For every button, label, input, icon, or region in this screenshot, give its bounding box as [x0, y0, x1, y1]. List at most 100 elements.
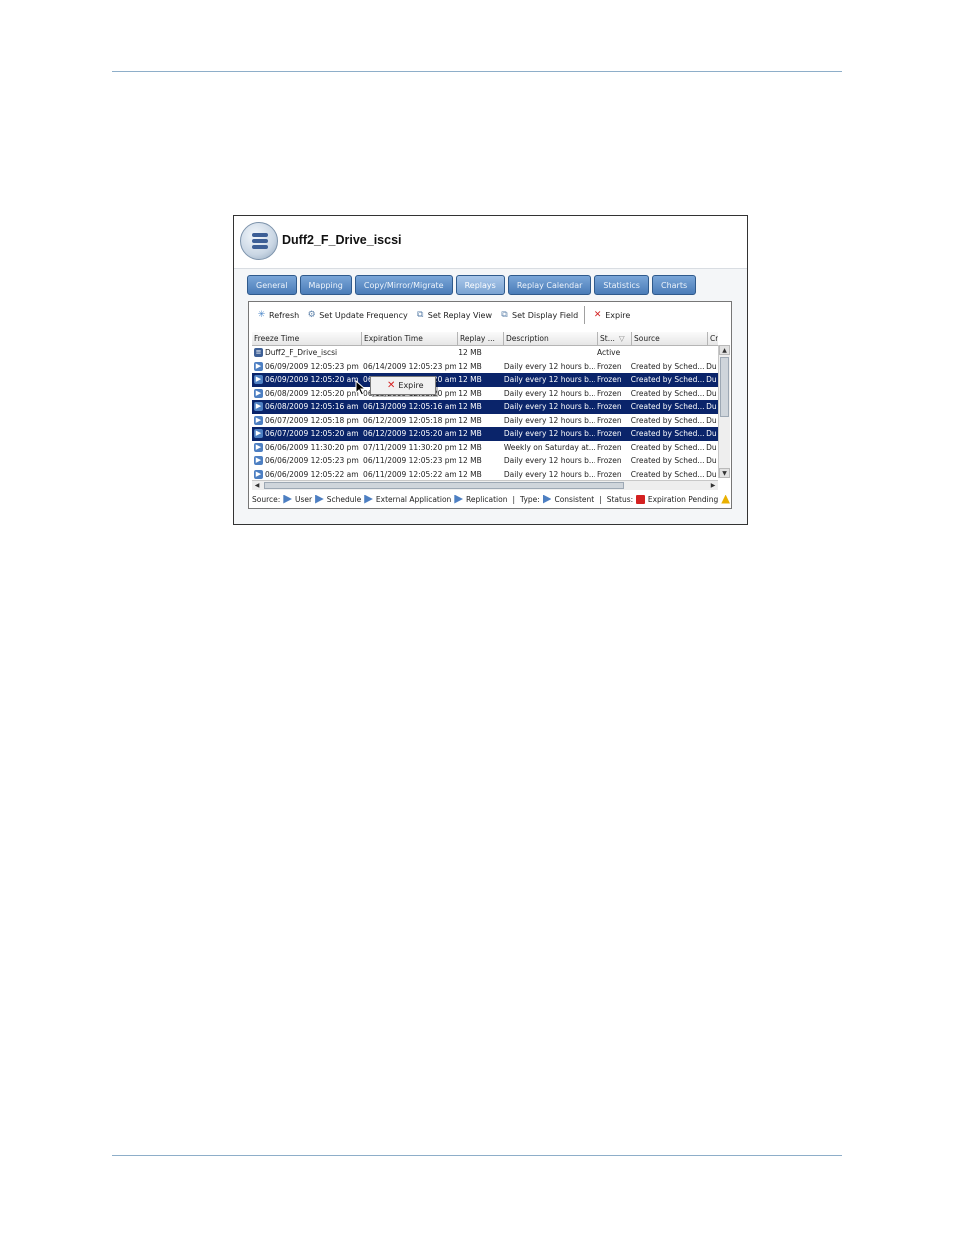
cell-replay-size-text: 12 MB — [458, 375, 482, 384]
column-header-expiration-time[interactable]: Expiration Time — [362, 332, 458, 345]
schedule-replay-icon: ▶ — [254, 388, 263, 398]
column-header-status[interactable]: St... ▽ — [598, 332, 632, 345]
table-row[interactable]: ▶ 06/06/2009 12:05:22 am 06/11/2009 12:05:… — [252, 468, 718, 481]
warning-icon — [721, 494, 730, 504]
set-display-field-label: Set Display Field — [512, 310, 579, 320]
cell-replay-size: 12 MB — [456, 387, 502, 401]
cell-status: Frozen — [595, 454, 629, 468]
user-source-icon — [283, 494, 292, 504]
cell-expiration-time-text: 06/12/2009 12:05:18 pm — [363, 415, 457, 425]
cell-status-text: Active — [597, 348, 621, 357]
column-header-source[interactable]: Source — [632, 332, 708, 345]
cell-cr: Du — [704, 468, 718, 481]
legend-external-application: External Application — [375, 494, 452, 504]
cell-expiration-time-text: 06/12/2009 12:05:20 am — [363, 429, 457, 438]
table-row[interactable]: ▶ 06/07/2009 12:05:18 pm 06/12/2009 12:05:… — [252, 414, 718, 428]
cell-freeze-time: ▶ 06/06/2009 12:05:23 pm — [252, 454, 361, 468]
tab-replays[interactable]: Replays — [455, 275, 505, 295]
cell-status-text: Frozen — [597, 402, 622, 411]
scroll-up-icon[interactable]: ▲ — [719, 345, 730, 355]
cell-freeze-time: ▶ 06/09/2009 12:05:20 am — [252, 373, 361, 387]
cell-cr-text: Du — [706, 456, 717, 465]
legend: Source: User Schedule External Applicati… — [252, 493, 730, 505]
table-row[interactable]: ▶ 06/07/2009 12:05:20 am 06/12/2009 12:05:… — [252, 427, 718, 441]
cell-freeze-time-text: 06/06/2009 11:30:20 pm — [265, 442, 359, 452]
cell-source-text: Created by Sched... — [630, 375, 705, 384]
cell-freeze-time-text: 06/07/2009 12:05:18 pm — [265, 415, 359, 425]
table-row[interactable]: ▶ 06/09/2009 12:05:23 pm 06/14/2009 12:05:… — [252, 360, 718, 374]
storage-volume-icon — [240, 222, 278, 260]
cell-description — [502, 346, 595, 360]
cell-freeze-time-text: Duff2_F_Drive_iscsi — [265, 348, 338, 357]
table-row[interactable]: ▶ 06/08/2009 12:05:16 am 06/13/2009 12:05:… — [252, 400, 718, 414]
cell-replay-size-text: 12 MB — [458, 402, 482, 411]
scroll-thumb[interactable] — [720, 357, 729, 417]
cell-cr: Du — [704, 414, 718, 428]
cell-description: Daily every 12 hours b... — [502, 454, 595, 468]
horizontal-scrollbar[interactable]: ◀ ▶ — [252, 480, 718, 490]
table-row[interactable]: ≡ Duff2_F_Drive_iscsi 12 MB Active — [252, 346, 718, 360]
replays-panel: ✳ Refresh ⚙ Set Update Frequency ⧉ Set R… — [248, 301, 732, 509]
scroll-right-icon[interactable]: ▶ — [708, 481, 718, 490]
cell-replay-size-text: 12 MB — [458, 415, 482, 425]
tab-general[interactable]: General — [247, 275, 297, 295]
cell-status-text: Frozen — [597, 415, 622, 425]
context-menu-expire[interactable]: Expire — [398, 381, 423, 390]
cell-freeze-time: ▶ 06/09/2009 12:05:23 pm — [252, 360, 361, 374]
cell-expiration-time-text: 06/14/2009 12:05:23 pm — [363, 361, 457, 371]
cell-expiration-time-text: 06/11/2009 12:05:23 pm — [363, 456, 457, 465]
vertical-scrollbar[interactable]: ▲ ▼ — [718, 345, 730, 478]
tab-mapping[interactable]: Mapping — [299, 275, 352, 295]
cell-cr: Du — [704, 400, 718, 414]
table-row[interactable]: ▶ 06/06/2009 12:05:23 pm 06/11/2009 12:05:… — [252, 454, 718, 468]
cell-replay-size: 12 MB — [456, 346, 502, 360]
expire-button[interactable]: ✕ Expire — [593, 309, 630, 320]
column-header-freeze-time[interactable]: Freeze Time — [252, 332, 362, 345]
cell-replay-size: 12 MB — [456, 414, 502, 428]
tab-charts[interactable]: Charts — [651, 275, 697, 295]
set-display-field-button[interactable]: ⧉ Set Display Field — [500, 309, 579, 320]
column-header-cr[interactable]: Cr — [708, 332, 718, 345]
set-replay-view-button[interactable]: ⧉ Set Replay View — [416, 310, 492, 320]
scroll-down-icon[interactable]: ▼ — [719, 468, 730, 478]
cell-expiration-time — [361, 346, 456, 360]
legend-source-label: Source: — [252, 494, 281, 504]
cell-freeze-time-text: 06/06/2009 12:05:23 pm — [265, 456, 359, 465]
cell-description-text: Daily every 12 hours b... — [503, 402, 596, 411]
cell-cr-text: Du — [706, 402, 717, 411]
close-icon: ✕ — [387, 379, 396, 391]
set-update-frequency-button[interactable]: ⚙ Set Update Frequency — [307, 310, 408, 320]
tab-replay-calendar[interactable]: Replay Calendar — [507, 275, 592, 295]
table-header: Freeze Time Expiration Time Replay ... D… — [252, 332, 718, 346]
column-header-replay-size[interactable]: Replay ... — [458, 332, 504, 345]
cell-expiration-time: 06/12/2009 12:05:18 pm — [361, 414, 456, 428]
toolbar: ✳ Refresh ⚙ Set Update Frequency ⧉ Set R… — [249, 302, 731, 328]
table-row[interactable]: ▶ 06/06/2009 11:30:20 pm 07/11/2009 11:30:… — [252, 441, 718, 455]
cell-freeze-time: ▶ 06/08/2009 12:05:16 am — [252, 400, 361, 414]
cell-replay-size-text: 12 MB — [458, 469, 482, 479]
cell-source-text: Created by Sched... — [630, 442, 705, 452]
field-icon: ⧉ — [501, 309, 508, 320]
scroll-left-icon[interactable]: ◀ — [252, 481, 262, 490]
cell-freeze-time: ▶ 06/06/2009 12:05:22 am — [252, 468, 361, 481]
horizontal-scroll-thumb[interactable] — [264, 482, 624, 489]
tab-statistics[interactable]: Statistics — [594, 275, 649, 295]
toolbar-separator — [584, 306, 586, 324]
cell-description: Daily every 12 hours b... — [502, 427, 595, 441]
table-row[interactable]: ▶06/09/2009 12:05:20 am06/14/2009 12:05:… — [252, 373, 718, 387]
cell-source-text: Created by Sched... — [630, 402, 705, 411]
close-icon: ✕ — [593, 309, 602, 320]
column-header-description[interactable]: Description — [504, 332, 598, 345]
tab-copy-mirror-migrate[interactable]: Copy/Mirror/Migrate — [354, 275, 453, 295]
cell-source: Created by Sched... — [629, 360, 704, 374]
cell-cr-text: Du — [706, 375, 717, 384]
cell-cr-text: Du — [706, 388, 717, 398]
cell-expiration-time-text: 07/11/2009 11:30:20 pm — [363, 442, 457, 452]
cell-source: Created by Sched... — [629, 373, 704, 387]
cell-source: Created by Sched... — [629, 441, 704, 455]
context-menu: ✕ Expire — [370, 376, 436, 395]
cell-status: Active — [595, 346, 629, 360]
refresh-button[interactable]: ✳ Refresh — [257, 310, 300, 320]
table-row[interactable]: ▶06/08/2009 12:05:20 pm06/13/2009 12:05:… — [252, 387, 718, 401]
cell-expiration-time: 06/11/2009 12:05:22 am — [361, 468, 456, 481]
